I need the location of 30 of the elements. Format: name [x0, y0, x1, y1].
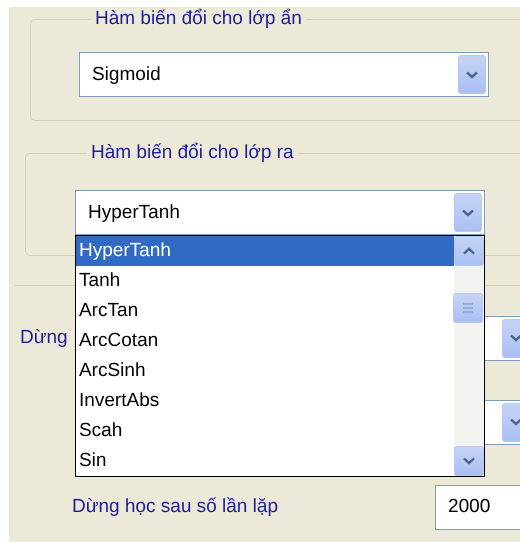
dropdown-field[interactable]: 2000 [435, 484, 520, 530]
list-option[interactable]: InvertAbs [76, 386, 454, 416]
scroll-up-button[interactable] [454, 236, 484, 266]
grip-icon [462, 303, 474, 313]
chevron-down-icon [510, 334, 520, 342]
chevron-down-icon [463, 457, 475, 465]
scroll-down-button[interactable] [454, 446, 484, 476]
group-title: Hàm biến đổi cho lớp ra [90, 142, 295, 164]
scroll-thumb[interactable] [453, 293, 483, 323]
chevron-up-icon [463, 247, 475, 255]
dropdown-value: HyperTanh [88, 202, 180, 224]
dropdown-value: Sigmoid [92, 64, 161, 86]
group-title: Hàm biến đổi cho lớp ẩn [94, 8, 303, 30]
list-option[interactable]: ArcCotan [76, 326, 454, 356]
chevron-down-icon [466, 70, 478, 78]
list-option[interactable]: HyperTanh [76, 236, 454, 266]
dropdown-field[interactable]: Sigmoid [79, 52, 489, 97]
dropdown-button[interactable] [454, 193, 482, 232]
list-option[interactable]: Sin [76, 446, 454, 476]
list-option[interactable]: Tanh [76, 266, 454, 296]
list-option[interactable]: ArcTan [76, 296, 454, 326]
scrollbar[interactable] [454, 236, 484, 476]
chevron-down-icon [510, 418, 520, 426]
list-option[interactable]: ArcSinh [76, 356, 454, 386]
field-label: Dừng [20, 327, 68, 349]
list-option[interactable]: Scah [76, 416, 454, 446]
dropdown-button[interactable] [458, 55, 486, 94]
chevron-down-icon [462, 208, 474, 216]
field-label: Dừng học sau số lần lặp [72, 496, 278, 518]
dropdown-value: 2000 [448, 496, 490, 518]
